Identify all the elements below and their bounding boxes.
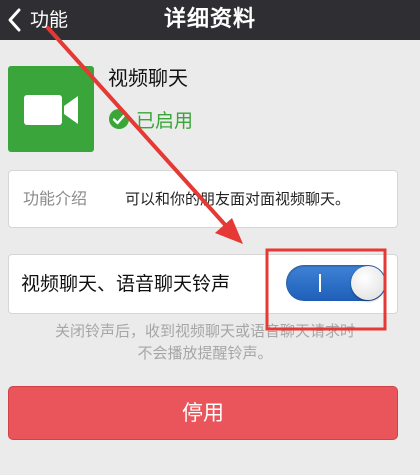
ringtone-setting-row: 视频聊天、语音聊天铃声 <box>8 254 398 314</box>
status-text: 已启用 <box>136 109 194 132</box>
plugin-name: 视频聊天 <box>108 66 188 90</box>
feature-intro-card: 功能介绍 可以和你的朋友面对面视频聊天。 <box>8 170 398 228</box>
plugin-detail-page: 功能 详细资料 视频聊天 已启用 功能介绍 可以和你的朋友面对面视频聊天。 视频… <box>0 0 420 475</box>
feature-intro-label: 功能介绍 <box>23 189 88 208</box>
ringtone-setting-label: 视频聊天、语音聊天铃声 <box>21 273 231 295</box>
disable-plugin-button[interactable]: 停用 <box>8 386 398 440</box>
ringtone-tip-line-1: 关闭铃声后，收到视频聊天或语音聊天请求时 <box>54 322 355 340</box>
feature-intro-description: 可以和你的朋友面对面视频聊天。 <box>125 190 351 208</box>
ringtone-tip-line-2: 不会播放提醒铃声。 <box>137 344 273 362</box>
page-title: 详细资料 <box>163 7 256 32</box>
ringtone-toggle-switch[interactable] <box>286 265 386 301</box>
toggle-knob <box>351 266 385 300</box>
plugin-status: 已启用 <box>108 106 193 132</box>
video-chat-app-icon <box>8 66 94 152</box>
toggle-on-mark <box>319 274 321 292</box>
check-circle-icon <box>109 109 129 129</box>
navigation-bar: 功能 详细资料 <box>0 0 420 40</box>
video-camera-icon <box>24 95 78 125</box>
